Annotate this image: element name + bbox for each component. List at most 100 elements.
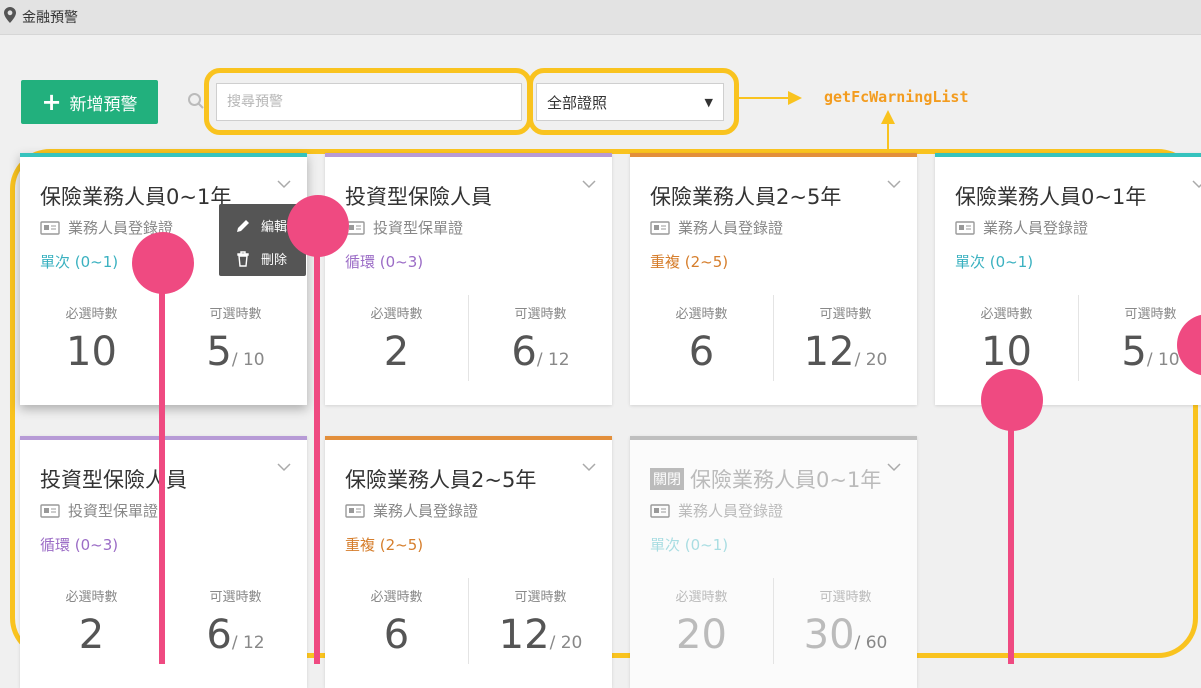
optional-hours-label: 可選時數 — [819, 590, 872, 605]
card-certificate: 業務人員登錄證 — [345, 500, 478, 521]
certificate-name: 業務人員登錄證 — [373, 502, 479, 520]
card-title-text: 保險業務人員0~1年 — [955, 185, 1147, 209]
id-card-icon — [650, 503, 670, 518]
optional-hours-display: 6/ 12 — [164, 613, 307, 665]
warning-card[interactable]: 保險業務人員0~1年業務人員登錄證單次 (0~1) 必選時數 10 可選時數 5/ 10 — [935, 153, 1201, 405]
optional-hours-label: 可選時數 — [819, 307, 872, 322]
optional-hours-value: 30 — [803, 612, 855, 658]
required-hours-label: 必選時數 — [370, 590, 423, 605]
required-hours: 必選時數 2 — [20, 586, 163, 657]
optional-hours-total: / 20 — [854, 350, 888, 370]
required-hours-label: 必選時數 — [65, 590, 118, 605]
card-title-text: 保險業務人員2~5年 — [345, 468, 537, 492]
annotation-filter-box — [528, 68, 739, 135]
card-certificate: 業務人員登錄證 — [650, 500, 783, 521]
required-hours: 必選時數 20 — [630, 586, 773, 657]
search-icon — [188, 93, 204, 109]
optional-hours: 可選時數 30/ 60 — [774, 586, 917, 665]
card-certificate: 業務人員登錄證 — [650, 217, 783, 238]
id-card-icon — [40, 220, 60, 235]
required-hours-label: 必選時數 — [980, 307, 1033, 322]
edit-label: 編輯 — [261, 220, 288, 235]
optional-hours-total: / 12 — [536, 350, 570, 370]
optional-hours-display: 6/ 12 — [469, 330, 612, 382]
card-title-text: 投資型保險人員 — [345, 185, 492, 209]
optional-hours: 可選時數 5/ 10 — [164, 303, 307, 382]
add-warning-button[interactable]: + 新增預警 — [21, 80, 158, 124]
chevron-down-icon[interactable] — [582, 462, 596, 472]
optional-hours-display: 12/ 20 — [469, 613, 612, 665]
annotation-api-label: getFcWarningList — [824, 88, 969, 106]
pencil-icon — [237, 219, 249, 232]
required-hours: 必選時數 6 — [630, 303, 773, 374]
warning-card[interactable]: 關閉 保險業務人員0~1年 業務人員登錄證 單次 (0~1) 必選時數 20 可選時數 30/… — [630, 436, 917, 688]
card-frequency: 重複 (2~5) — [650, 253, 729, 271]
edit-menu-item[interactable]: 編輯 — [235, 216, 287, 235]
card-title: 投資型保險人員 — [345, 181, 492, 211]
marker-line — [159, 262, 165, 664]
delete-menu-item[interactable]: 刪除 — [235, 249, 287, 268]
top-bar: 金融預警 — [0, 0, 1201, 35]
warning-card[interactable]: 投資型保險人員 投資型保單證 循環 (0~3) 必選時數 2 可選時數 6/ 12 — [325, 153, 612, 405]
chevron-down-icon[interactable] — [887, 179, 901, 189]
optional-hours-total: / 12 — [231, 633, 265, 653]
optional-hours-display: 30/ 60 — [774, 613, 917, 665]
required-hours-value: 10 — [66, 329, 117, 375]
card-frequency: 循環 (0~3) — [40, 536, 119, 554]
page-title: 金融預警 — [22, 10, 78, 26]
optional-hours: 可選時數 6/ 12 — [164, 586, 307, 665]
required-hours-label: 必選時數 — [370, 307, 423, 322]
annotation-arrow-up — [881, 110, 895, 152]
optional-hours-label: 可選時數 — [209, 307, 262, 322]
card-frequency: 單次 (0~1) — [40, 253, 119, 271]
map-pin-icon — [4, 7, 16, 23]
required-hours: 必選時數 10 — [20, 303, 163, 374]
optional-hours-value: 6 — [511, 329, 537, 375]
card-title: 保險業務人員0~1年 — [955, 181, 1146, 211]
optional-hours-value: 5 — [1121, 329, 1147, 375]
plus-icon: + — [41, 88, 62, 116]
chevron-down-icon[interactable] — [277, 462, 291, 472]
card-frequency: 單次 (0~1) — [650, 536, 729, 554]
optional-hours-value: 12 — [498, 612, 550, 658]
id-card-icon — [650, 220, 670, 235]
warning-card[interactable]: 保險業務人員2~5年 業務人員登錄證 重複 (2~5) 必選時數 6 可選時數 12/ 20 — [325, 436, 612, 688]
marker-dot — [287, 195, 349, 257]
certificate-name: 業務人員登錄證 — [678, 219, 784, 237]
chevron-down-icon[interactable] — [582, 179, 596, 189]
card-frequency: 單次 (0~1) — [955, 253, 1034, 271]
certificate-name: 投資型保單證 — [68, 502, 159, 520]
card-title: 保險業務人員2~5年 — [650, 181, 841, 211]
chevron-down-icon[interactable] — [887, 462, 901, 472]
card-certificate: 業務人員登錄證 — [955, 217, 1088, 238]
optional-hours-total: / 60 — [854, 633, 888, 653]
chevron-down-icon[interactable] — [277, 179, 291, 189]
optional-hours: 可選時數 12/ 20 — [774, 303, 917, 382]
required-hours-value: 2 — [383, 329, 410, 375]
required-hours-value: 6 — [688, 329, 715, 375]
optional-hours: 可選時數 6/ 12 — [469, 303, 612, 382]
optional-hours-total: / 10 — [1146, 350, 1180, 370]
required-hours-value: 10 — [981, 329, 1032, 375]
optional-hours-value: 6 — [206, 612, 232, 658]
optional-hours-value: 5 — [206, 329, 232, 375]
card-title-text: 保險業務人員0~1年 — [40, 185, 232, 209]
certificate-name: 業務人員登錄證 — [678, 502, 784, 520]
optional-hours: 可選時數 12/ 20 — [469, 586, 612, 665]
trash-icon — [237, 250, 249, 267]
required-hours-label: 必選時數 — [675, 307, 728, 322]
marker-dot — [981, 369, 1043, 431]
marker-line — [314, 215, 320, 664]
optional-hours-label: 可選時數 — [1124, 307, 1177, 322]
warning-card[interactable]: 保險業務人員2~5年業務人員登錄證重複 (2~5) 必選時數 6 可選時數 12/ 20 — [630, 153, 917, 405]
annotation-arrow-right — [738, 91, 802, 105]
id-card-icon — [40, 503, 60, 518]
required-hours-value: 2 — [78, 612, 105, 658]
required-hours: 必選時數 10 — [935, 303, 1078, 374]
certificate-name: 業務人員登錄證 — [983, 219, 1089, 237]
required-hours-value: 20 — [676, 612, 727, 658]
optional-hours-display: 12/ 20 — [774, 330, 917, 382]
id-card-icon — [345, 503, 365, 518]
chevron-down-icon[interactable] — [1192, 179, 1201, 189]
marker-line — [1008, 400, 1014, 664]
